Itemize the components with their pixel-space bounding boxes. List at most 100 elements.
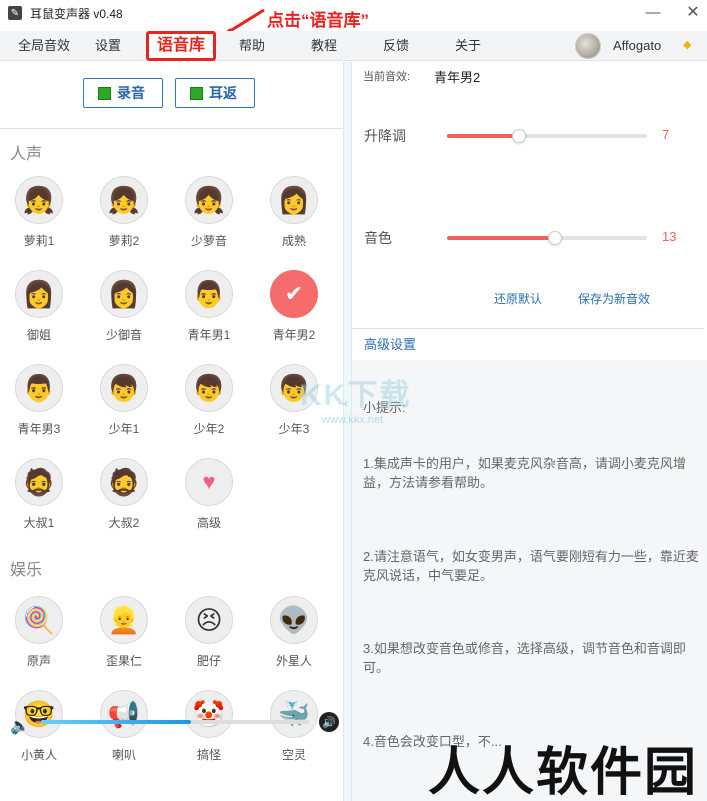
voice-item-label: 少御音 <box>105 328 142 342</box>
voice-item-label: 少年1 <box>108 422 140 436</box>
menu-voice-library[interactable]: 语音库 <box>146 31 216 61</box>
voice-item-label: 大叔2 <box>108 516 140 530</box>
menu-about[interactable]: 关于 <box>442 31 494 61</box>
voice-item-label: 原声 <box>26 654 51 668</box>
voice-item-label: 少萝音 <box>190 234 227 248</box>
menu-tutorial[interactable]: 教程 <box>298 31 350 61</box>
save-as-new-effect-button[interactable]: 保存为新音效 <box>578 290 650 307</box>
voice-item[interactable]: 👧 萝莉1 <box>4 176 74 256</box>
pitch-label: 升降调 <box>364 128 406 144</box>
voice-item[interactable]: 👨 青年男3 <box>4 364 74 444</box>
record-button-label: 录音 <box>117 85 145 101</box>
current-effect-label: 当前音效: <box>363 71 411 83</box>
voice-item[interactable]: 🍭 原声 <box>4 596 74 676</box>
timbre-slider[interactable] <box>447 231 647 245</box>
minimize-button[interactable]: — <box>640 2 666 22</box>
mustache-man-face-icon: 🧔 <box>15 458 63 506</box>
voice-item[interactable]: 👧 萝莉2 <box>89 176 159 256</box>
voice-item[interactable]: 👨 青年男1 <box>174 270 244 350</box>
close-button[interactable]: ✕ <box>680 2 706 22</box>
monitor-indicator-icon <box>190 86 203 100</box>
voice-item-label: 御姐 <box>26 328 51 342</box>
voice-item[interactable]: ♥ 高级 <box>174 458 244 538</box>
woman-face-icon: 👩 <box>270 176 318 224</box>
megaphone-icon: 📢 <box>100 690 148 738</box>
monitor-button-label: 耳返 <box>209 85 237 101</box>
tip-item: 3.如果想改变音色或修音，选择高级，调节音色和音调即可。 <box>363 641 686 675</box>
volume-slider[interactable] <box>41 720 309 724</box>
voice-item[interactable]: 👦 少年1 <box>89 364 159 444</box>
woman-face-icon: 👩 <box>15 270 63 318</box>
voice-item-label: 肥仔 <box>196 654 221 668</box>
voice-item[interactable]: 👩 少御音 <box>89 270 159 350</box>
timbre-value: 13 <box>662 229 677 244</box>
voice-item-label: 少年2 <box>193 422 225 436</box>
voice-item[interactable]: 👩 御姐 <box>4 270 74 350</box>
voice-item[interactable]: 😣 肥仔 <box>174 596 244 676</box>
voice-item-label: 萝莉2 <box>108 234 140 248</box>
lollipop-icon: 🍭 <box>15 596 63 644</box>
girl-face-icon: 👧 <box>100 176 148 224</box>
voice-item[interactable]: 🐳 空灵 <box>259 690 329 770</box>
advanced-settings-link[interactable]: 高级设置 <box>364 334 416 353</box>
voice-item-label: 搞怪 <box>196 748 221 762</box>
boy-face-icon: 👦 <box>185 364 233 412</box>
voice-item[interactable]: 🧔 大叔1 <box>4 458 74 538</box>
divider <box>0 128 343 129</box>
timbre-label: 音色 <box>364 230 392 246</box>
voice-item[interactable]: 👩 成熟 <box>259 176 329 256</box>
window-title: 耳鼠变声器 v0.48 <box>30 6 123 21</box>
pitch-slider-knob[interactable] <box>512 129 526 143</box>
menu-help[interactable]: 帮助 <box>226 31 278 61</box>
voice-item[interactable]: ✔ 青年男2 <box>259 270 329 350</box>
boy-face-icon: 👦 <box>100 364 148 412</box>
voice-item[interactable]: 🧔 大叔2 <box>89 458 159 538</box>
jester-face-icon: 🤡 <box>185 690 233 738</box>
user-name[interactable]: Affogato <box>613 38 661 53</box>
watermark-kkx-url: www.kkx.net <box>322 414 384 426</box>
voice-item[interactable]: 👦 少年2 <box>174 364 244 444</box>
pitch-slider-fill <box>447 134 519 138</box>
voice-item[interactable]: 👱 歪果仁 <box>89 596 159 676</box>
divider <box>352 328 704 329</box>
timbre-slider-knob[interactable] <box>548 231 562 245</box>
voice-item[interactable]: 📢 喇叭 <box>89 690 159 770</box>
pitch-slider[interactable] <box>447 129 647 143</box>
voice-item-label: 青年男3 <box>17 422 61 436</box>
voice-item[interactable]: 👽 外星人 <box>259 596 329 676</box>
timbre-slider-fill <box>447 236 555 240</box>
voice-item-label: 小黄人 <box>20 748 57 762</box>
alien-face-icon: 👽 <box>270 596 318 644</box>
user-avatar[interactable] <box>575 33 601 59</box>
tips-title: 小提示: <box>363 400 406 415</box>
panel-splitter[interactable] <box>343 62 352 801</box>
woman-face-icon: 👩 <box>100 270 148 318</box>
restore-default-button[interactable]: 还原默认 <box>494 290 542 307</box>
voice-item-label: 外星人 <box>275 654 312 668</box>
voice-item-label: 高级 <box>196 516 221 530</box>
tip-item: 1.集成声卡的用户，如果麦克风杂音高，请调小麦克风增益，方法请参看帮助。 <box>363 456 686 490</box>
voice-library-panel: 录音 耳返 人声 👧 萝莉1 👧 萝莉2 👧 少萝音 👩 成熟 👩 御姐 👩 少御音 👨 青年男1 ✔ 青年男… <box>0 62 343 801</box>
voice-item-label: 空灵 <box>281 748 306 762</box>
young-man-face-icon: 👨 <box>185 270 233 318</box>
speaker-icon: 🔈 <box>10 718 30 735</box>
voice-item-label: 大叔1 <box>23 516 55 530</box>
app-logo-icon: ✎ <box>8 6 22 20</box>
chubby-face-icon: 😣 <box>185 596 233 644</box>
vip-diamond-icon: ◆ <box>683 39 692 51</box>
monitor-button[interactable]: 耳返 <box>175 78 255 108</box>
pitch-value: 7 <box>662 127 670 142</box>
section-title-human: 人声 <box>10 146 43 163</box>
voice-item-label: 青年男2 <box>272 328 316 342</box>
voice-item-label: 少年3 <box>278 422 310 436</box>
heart-icon: ♥ <box>185 458 233 506</box>
menu-global-effects[interactable]: 全局音效 <box>6 31 82 61</box>
menu-settings[interactable]: 设置 <box>82 31 134 61</box>
volume-max-icon[interactable]: 🔊 <box>319 712 339 732</box>
voice-item[interactable]: 👧 少萝音 <box>174 176 244 256</box>
mustache-man-face-icon: 🧔 <box>100 458 148 506</box>
current-effect-value: 青年男2 <box>434 70 481 85</box>
menu-feedback[interactable]: 反馈 <box>370 31 422 61</box>
voice-item[interactable]: 🤡 搞怪 <box>174 690 244 770</box>
record-button[interactable]: 录音 <box>83 78 163 108</box>
